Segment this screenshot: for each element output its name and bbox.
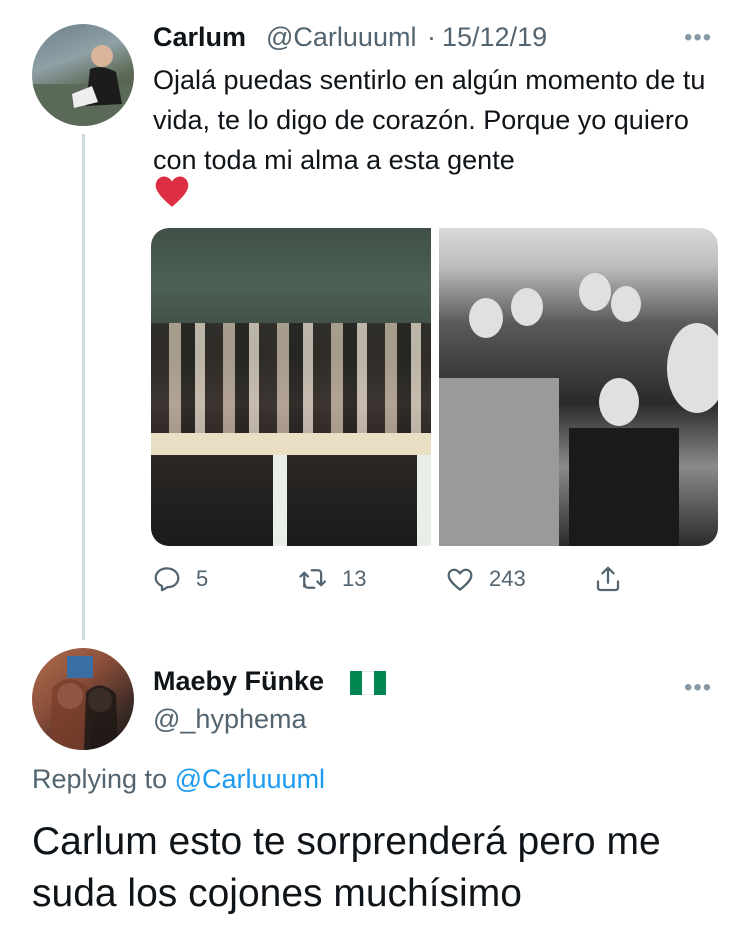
group-photo-bw[interactable] (439, 228, 718, 546)
table-leg (273, 455, 287, 546)
share-icon (596, 566, 620, 592)
share-button[interactable] (593, 564, 623, 594)
food-table (151, 433, 431, 455)
reply-author-name[interactable]: Maeby Fünke (153, 666, 324, 697)
more-options-icon[interactable]: ••• (684, 26, 712, 50)
crowd (151, 323, 431, 433)
coat (439, 378, 559, 546)
more-options-icon[interactable]: ••• (684, 676, 712, 700)
reply-button[interactable]: 5 (152, 564, 208, 594)
face (667, 323, 718, 413)
face (511, 288, 543, 326)
nigeria-flag-icon (350, 671, 386, 695)
table-leg (417, 455, 431, 546)
retweet-icon (299, 569, 326, 589)
replying-to-link[interactable]: @Carluuuml (175, 764, 325, 794)
retweet-count: 13 (342, 566, 367, 591)
meta-separator: · (427, 22, 436, 52)
like-count: 243 (489, 566, 526, 591)
avatar[interactable] (32, 648, 134, 750)
face (579, 273, 611, 311)
replying-to-prefix: Replying to (32, 764, 168, 794)
author-handle[interactable]: @Carluuuml (266, 22, 416, 53)
like-button[interactable]: 243 (445, 564, 526, 594)
reply-author-handle[interactable]: @_hyphema (153, 704, 307, 735)
author-name[interactable]: Carlum (153, 22, 246, 53)
avatar-photo (50, 656, 118, 750)
face (611, 286, 641, 322)
red-heart-emoji-icon (155, 176, 189, 207)
heart-icon (447, 568, 473, 591)
face (469, 298, 503, 338)
tweet-text: Ojalá puedas sentirlo en algún momento d… (153, 65, 706, 175)
avatar[interactable] (32, 24, 134, 126)
coat (569, 428, 679, 546)
tweet-date[interactable]: 15/12/19 (442, 22, 547, 53)
replying-to: Replying to @Carluuuml (32, 764, 325, 795)
tweet-actions: 5 13 243 (0, 564, 749, 600)
avatar-photo (32, 45, 134, 126)
retweet-button[interactable]: 13 (298, 564, 366, 594)
face (599, 378, 639, 426)
reply-text: Carlum esto te sorprenderá pero me suda … (32, 820, 661, 915)
tweet-media[interactable] (151, 228, 718, 546)
group-photo-color[interactable] (151, 228, 431, 546)
reply-count: 5 (196, 566, 209, 591)
reply-icon (154, 567, 180, 592)
